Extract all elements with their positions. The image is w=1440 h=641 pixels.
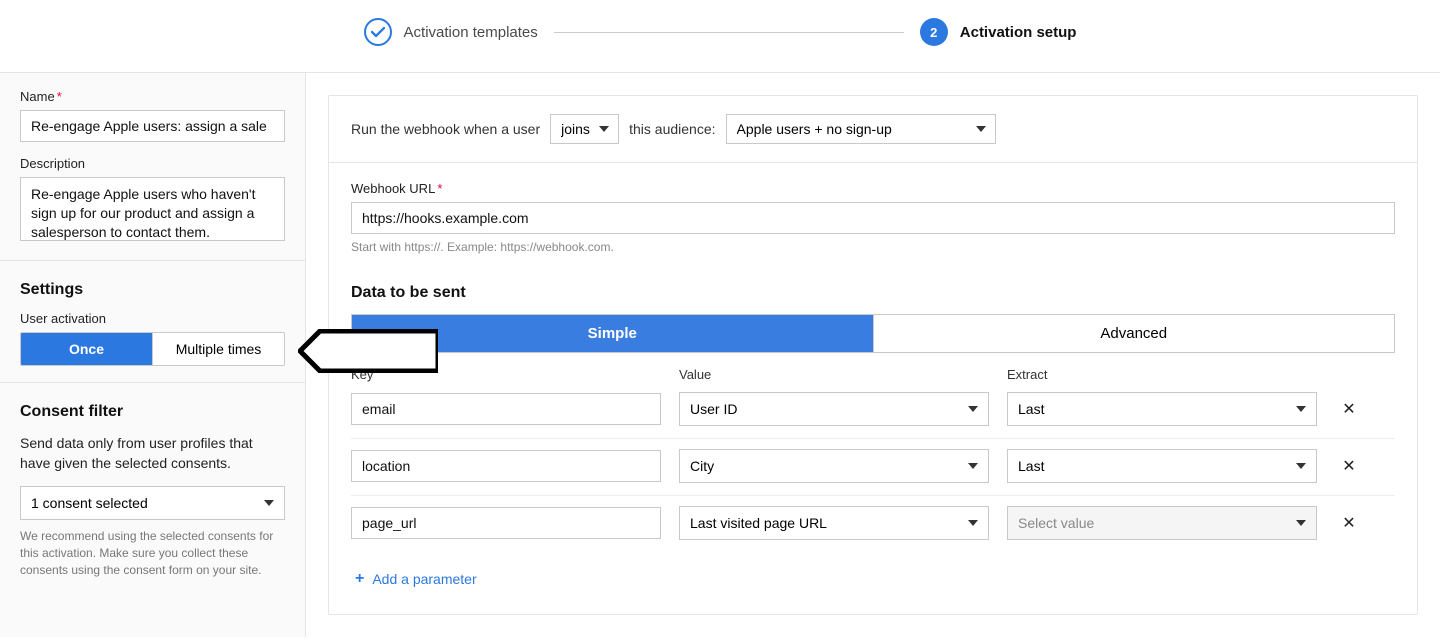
col-value-label: Value [679, 367, 989, 382]
consent-select[interactable]: 1 consent selected [20, 486, 285, 520]
step-2-number: 2 [920, 18, 948, 46]
param-row: Last visited page URL Select value ✕ [351, 506, 1395, 552]
check-icon [364, 18, 392, 46]
consent-help-text: We recommend using the selected consents… [20, 528, 285, 580]
step-1[interactable]: Activation templates [364, 18, 538, 46]
param-key-input[interactable] [351, 507, 661, 539]
description-input[interactable]: Re-engage Apple users who haven't sign u… [20, 177, 285, 241]
param-extract-select[interactable]: Last [1007, 392, 1317, 426]
activation-once-button[interactable]: Once [21, 333, 152, 365]
consent-filter-description: Send data only from user profiles that h… [20, 433, 285, 474]
step-connector [554, 32, 904, 33]
run-condition-row: Run the webhook when a user joins this a… [351, 114, 1395, 144]
settings-heading: Settings [20, 281, 285, 299]
param-extract-select[interactable]: Last [1007, 449, 1317, 483]
add-parameter-button[interactable]: + Add a parameter [351, 562, 481, 596]
param-extract-select[interactable]: Select value [1007, 506, 1317, 540]
close-icon: ✕ [1342, 513, 1355, 533]
consent-filter-heading: Consent filter [20, 403, 285, 421]
tab-advanced[interactable]: Advanced [873, 315, 1395, 352]
name-input[interactable] [20, 110, 285, 142]
activation-card: Run the webhook when a user joins this a… [328, 95, 1418, 615]
webhook-url-input[interactable] [351, 202, 1395, 234]
audience-select[interactable]: Apple users + no sign-up [726, 114, 996, 144]
plus-icon: + [355, 570, 364, 588]
param-key-input[interactable] [351, 393, 661, 425]
param-row: User ID Last ✕ [351, 392, 1395, 439]
param-key-input[interactable] [351, 450, 661, 482]
activation-multiple-button[interactable]: Multiple times [152, 333, 284, 365]
name-label: Name* [20, 89, 285, 104]
col-key-label: Key [351, 367, 661, 382]
run-mid-text: this audience: [629, 121, 715, 137]
user-activation-label: User activation [20, 311, 285, 326]
run-prefix-text: Run the webhook when a user [351, 121, 540, 137]
step-1-label: Activation templates [404, 24, 538, 41]
param-value-select[interactable]: User ID [679, 392, 989, 426]
col-extract-label: Extract [1007, 367, 1317, 382]
data-mode-tabs: Simple Advanced [351, 314, 1395, 353]
remove-param-button[interactable]: ✕ [1335, 509, 1363, 537]
webhook-url-hint: Start with https://. Example: https://we… [351, 240, 1395, 254]
param-row: City Last ✕ [351, 449, 1395, 496]
description-label: Description [20, 156, 285, 171]
close-icon: ✕ [1342, 456, 1355, 476]
data-to-send-heading: Data to be sent [351, 284, 1395, 302]
close-icon: ✕ [1342, 399, 1355, 419]
param-value-select[interactable]: City [679, 449, 989, 483]
param-value-select[interactable]: Last visited page URL [679, 506, 989, 540]
main-content: Run the webhook when a user joins this a… [306, 73, 1440, 637]
sidebar: Name* Description Re-engage Apple users … [0, 73, 306, 637]
tab-simple[interactable]: Simple [352, 315, 873, 352]
user-activation-toggle: Once Multiple times [20, 332, 285, 366]
step-2[interactable]: 2 Activation setup [920, 18, 1077, 46]
add-parameter-label: Add a parameter [372, 571, 476, 587]
param-columns-header: Key Value Extract [351, 367, 1395, 382]
remove-param-button[interactable]: ✕ [1335, 395, 1363, 423]
remove-param-button[interactable]: ✕ [1335, 452, 1363, 480]
wizard-stepper: Activation templates 2 Activation setup [0, 0, 1440, 72]
step-2-label: Activation setup [960, 24, 1077, 41]
webhook-url-label: Webhook URL* [351, 181, 1395, 196]
trigger-select[interactable]: joins [550, 114, 619, 144]
